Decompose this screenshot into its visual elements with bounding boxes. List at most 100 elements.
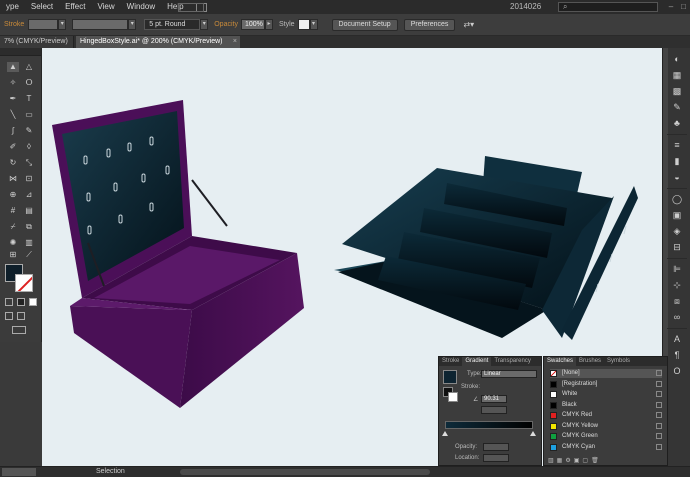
swatch-row[interactable]: CMYK Cyan	[550, 443, 662, 452]
none-mode-icon[interactable]	[29, 298, 37, 306]
graphic-style-swatch[interactable]	[297, 19, 310, 30]
eyedropper-icon[interactable]: ⌿	[7, 222, 19, 232]
symbols-icon[interactable]: ♣	[672, 118, 682, 128]
horizontal-scrollbar[interactable]	[180, 469, 430, 475]
arrange-documents-icon[interactable]	[178, 3, 204, 12]
tools-panel-grip[interactable]	[0, 48, 41, 56]
menu-window[interactable]: Window	[121, 0, 161, 14]
magic-wand-icon[interactable]: ✧	[7, 78, 19, 88]
opacity-dropdown[interactable]: ▸	[264, 19, 273, 30]
gradient-type-select[interactable]: Linear	[481, 370, 537, 378]
document-tab-inactive[interactable]: 7% (CMYK/Preview)	[0, 36, 74, 48]
paragraph-icon[interactable]: ¶	[672, 350, 682, 360]
gradient-preview-swatch[interactable]	[443, 370, 457, 384]
transparency-icon[interactable]: ◒	[672, 172, 682, 182]
gradient-icon[interactable]: ▤	[23, 206, 35, 216]
scale-icon[interactable]: ⤡	[23, 158, 35, 168]
menu-view[interactable]: View	[91, 0, 120, 14]
rotate-icon[interactable]: ↻	[7, 158, 19, 168]
gradient-aspect-field[interactable]	[481, 406, 507, 414]
stroke-color-swatch[interactable]	[15, 274, 33, 292]
search-input[interactable]	[558, 2, 658, 12]
swatch-row[interactable]: White	[550, 390, 662, 399]
graphic-styles-icon[interactable]: ▣	[672, 210, 682, 220]
paintbrush-icon[interactable]: ∫	[7, 126, 19, 136]
line-icon[interactable]: ╲	[7, 110, 19, 120]
swatches-icon[interactable]: ▩	[672, 86, 682, 96]
color-mode-icon[interactable]	[5, 298, 13, 306]
gradient-stop-left[interactable]	[442, 431, 448, 436]
direct-selection-icon[interactable]: △	[23, 62, 35, 72]
lasso-icon[interactable]: ⵔ	[23, 78, 35, 88]
screen-mode-icon[interactable]	[12, 326, 26, 334]
gradient-angle-field[interactable]: 90.31	[481, 395, 507, 403]
links-icon[interactable]: ∞	[672, 312, 682, 322]
shape-builder-icon[interactable]: ⊕	[7, 190, 19, 200]
hinged-box[interactable]	[52, 100, 304, 408]
swatch-row[interactable]: CMYK Green	[550, 432, 662, 441]
free-transform-icon[interactable]: ⊡	[23, 174, 35, 184]
color-icon[interactable]: ◐	[672, 54, 682, 64]
brush-definition-dropdown[interactable]: 5 pt. Round	[144, 19, 201, 30]
stroke-icon[interactable]: ≡	[672, 140, 682, 150]
gradient-stop-right[interactable]	[530, 431, 536, 436]
type-icon[interactable]: T	[23, 94, 35, 104]
menu-select[interactable]: Select	[25, 0, 59, 14]
gradient-opacity-field[interactable]	[483, 443, 509, 451]
new-swatch-icon[interactable]: ▢	[582, 458, 591, 464]
stroke-weight-field[interactable]	[28, 19, 59, 30]
document-setup-button[interactable]: Document Setup	[331, 18, 398, 31]
draw-behind-icon[interactable]	[17, 312, 25, 320]
variable-width-dropdown[interactable]: ▾	[128, 19, 137, 30]
blob-brush-icon[interactable]: ✐	[7, 142, 19, 152]
swatch-row[interactable]: Black	[550, 401, 662, 410]
tab-brushes[interactable]: Brushes	[576, 357, 604, 366]
mesh-icon[interactable]: #	[7, 206, 19, 216]
stroke-weight-dropdown[interactable]: ▾	[58, 19, 67, 30]
unfolded-tray[interactable]	[334, 156, 638, 340]
tab-stroke[interactable]: Stroke	[439, 357, 462, 366]
arrange-icon[interactable]: ⇄▾	[463, 20, 474, 29]
gradient-mode-icon[interactable]	[17, 298, 25, 306]
swatch-libraries-icon[interactable]: ▥	[548, 458, 557, 464]
zoom-field[interactable]	[2, 468, 36, 476]
delete-swatch-icon[interactable]: 🗑	[591, 458, 602, 464]
appearance-icon[interactable]: ◯	[672, 194, 682, 204]
opentype-icon[interactable]: O	[672, 366, 682, 376]
tab-transparency[interactable]: Transparency	[491, 357, 533, 366]
variable-width-field[interactable]	[72, 19, 129, 30]
swatch-row[interactable]: CMYK Red	[550, 411, 662, 420]
draw-normal-icon[interactable]	[5, 312, 13, 320]
pathfinder-icon[interactable]: ⧈	[672, 296, 682, 306]
brushes-icon[interactable]: ✎	[672, 102, 682, 112]
graph-icon[interactable]: ▥	[23, 238, 35, 248]
align-icon[interactable]: ⊫	[672, 264, 682, 274]
gradient-stroke-swatch[interactable]	[448, 392, 458, 402]
width-icon[interactable]: ⋈	[7, 174, 19, 184]
workspace-switcher[interactable]: 2014026	[510, 0, 541, 14]
gradient-location-field[interactable]	[483, 454, 509, 462]
gradient-icon[interactable]: ▮	[672, 156, 682, 166]
transform-icon[interactable]: ⊹	[672, 280, 682, 290]
eraser-icon[interactable]: ◊	[23, 142, 35, 152]
symbol-sprayer-icon[interactable]: ✺	[7, 238, 19, 248]
brush-definition-arrow[interactable]: ▾	[200, 19, 209, 30]
menu-effect[interactable]: Effect	[59, 0, 91, 14]
rectangle-icon[interactable]: ▭	[23, 110, 35, 120]
perspective-icon[interactable]: ⊿	[23, 190, 35, 200]
close-icon[interactable]: ×	[233, 36, 237, 48]
tab-swatches[interactable]: Swatches	[544, 357, 577, 366]
pencil-icon[interactable]: ✎	[23, 126, 35, 136]
maximize-icon[interactable]: □	[681, 2, 686, 11]
color-guide-icon[interactable]: ▦	[672, 70, 682, 80]
swatch-options-icon[interactable]: ⚙	[565, 458, 573, 464]
gradient-slider[interactable]	[445, 421, 533, 429]
swatch-row[interactable]: [None]	[550, 369, 662, 378]
preferences-button[interactable]: Preferences	[403, 18, 456, 31]
swatch-row[interactable]: CMYK Yellow	[550, 422, 662, 431]
menu-type[interactable]: ype	[0, 0, 25, 14]
artboards-icon[interactable]: ⊟	[672, 242, 682, 252]
pen-icon[interactable]: ✒	[7, 94, 19, 104]
tab-gradient[interactable]: Gradient	[462, 357, 492, 366]
graphic-style-dropdown[interactable]: ▾	[309, 19, 318, 30]
